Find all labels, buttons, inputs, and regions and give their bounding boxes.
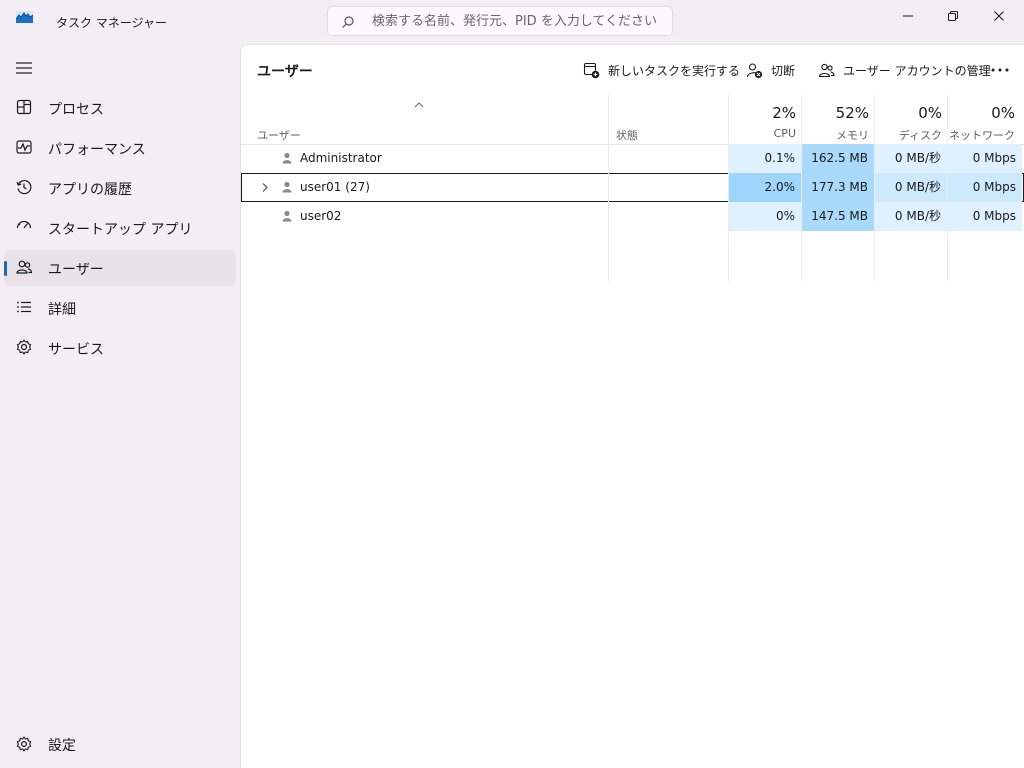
memory-cell: 147.5 MB xyxy=(802,202,874,231)
cpu-cell: 2.0% xyxy=(729,173,801,202)
sidebar-item-app-history[interactable]: アプリの履歴 xyxy=(4,170,236,206)
sidebar-item-label: アプリの履歴 xyxy=(48,182,132,198)
network-cell: 0 Mbps xyxy=(948,144,1022,173)
network-cell: 0 Mbps xyxy=(948,202,1022,231)
disconnect-button[interactable]: 切断 xyxy=(746,59,795,81)
memory-total-percent[interactable]: 52% xyxy=(802,104,869,122)
sidebar-item-label: 設定 xyxy=(48,738,76,754)
user-icon xyxy=(282,181,292,193)
sort-ascending-icon[interactable] xyxy=(414,101,424,108)
main-panel: ユーザー 新しいタスクを実行する 切断 ユーザー アカウントの管理 ユーザー 状… xyxy=(240,44,1024,768)
run-new-task-button[interactable]: 新しいタスクを実行する xyxy=(583,59,740,81)
sidebar-item-label: プロセス xyxy=(48,102,104,118)
disconnect-label: 切断 xyxy=(771,63,796,78)
new-task-icon xyxy=(583,62,600,78)
page-title: ユーザー xyxy=(257,64,313,80)
disk-cell: 0 MB/秒 xyxy=(875,144,947,173)
close-button[interactable] xyxy=(976,0,1022,32)
user-name: user01 (27) xyxy=(300,180,370,194)
more-options-icon[interactable] xyxy=(989,59,1011,81)
table-row[interactable]: user02 0% 147.5 MB 0 MB/秒 0 Mbps xyxy=(241,202,1024,231)
run-new-task-label: 新しいタスクを実行する xyxy=(608,63,741,78)
restore-icon xyxy=(948,11,958,21)
chevron-right-icon[interactable] xyxy=(260,182,270,193)
search-box[interactable] xyxy=(327,6,673,36)
user-name: Administrator xyxy=(300,151,382,165)
column-divider[interactable] xyxy=(874,95,875,281)
sidebar-item-services[interactable]: サービス xyxy=(4,330,236,366)
startup-apps-icon xyxy=(16,220,32,229)
sidebar-item-label: サービス xyxy=(48,342,104,358)
title-bar: タスク マネージャー xyxy=(0,0,1024,44)
column-divider[interactable] xyxy=(608,95,609,281)
status-cell xyxy=(608,202,728,231)
restore-button[interactable] xyxy=(930,0,976,32)
status-cell xyxy=(608,144,728,173)
column-header-status[interactable]: 状態 xyxy=(616,127,638,143)
manage-accounts-label: ユーザー アカウントの管理 xyxy=(843,63,991,78)
manage-accounts-icon xyxy=(818,63,835,77)
network-total-percent[interactable]: 0% xyxy=(948,104,1015,122)
column-header-disk[interactable]: ディスク xyxy=(875,127,942,143)
memory-cell: 177.3 MB xyxy=(802,173,874,202)
column-header-memory[interactable]: メモリ xyxy=(802,127,869,143)
user-icon xyxy=(282,210,292,222)
manage-user-accounts-button[interactable]: ユーザー アカウントの管理 xyxy=(818,59,991,81)
status-cell xyxy=(608,173,728,202)
sidebar-item-label: ユーザー xyxy=(48,262,104,278)
cpu-cell: 0.1% xyxy=(729,144,801,173)
close-icon xyxy=(994,11,1004,21)
disk-total-percent[interactable]: 0% xyxy=(875,104,942,122)
network-cell: 0 Mbps xyxy=(948,173,1022,202)
column-divider[interactable] xyxy=(801,95,802,281)
sidebar-item-users[interactable]: ユーザー xyxy=(4,250,236,286)
processes-icon xyxy=(16,99,32,115)
disconnect-icon xyxy=(746,62,763,78)
user-icon xyxy=(282,152,292,164)
disk-cell: 0 MB/秒 xyxy=(875,202,947,231)
table-row[interactable]: Administrator 0.1% 162.5 MB 0 MB/秒 0 Mbp… xyxy=(241,144,1024,173)
active-indicator xyxy=(4,261,7,276)
column-divider[interactable] xyxy=(728,95,729,281)
memory-cell: 162.5 MB xyxy=(802,144,874,173)
sidebar-item-details[interactable]: 詳細 xyxy=(4,290,236,326)
column-header-cpu[interactable]: CPU xyxy=(729,127,796,140)
sidebar-item-startup-apps[interactable]: スタートアップ アプリ xyxy=(4,210,236,246)
hamburger-menu-icon[interactable] xyxy=(14,58,34,78)
cpu-cell: 0% xyxy=(729,202,801,231)
sidebar-item-processes[interactable]: プロセス xyxy=(4,90,236,126)
disk-cell: 0 MB/秒 xyxy=(875,173,947,202)
column-header-network[interactable]: ネットワーク xyxy=(948,127,1015,143)
user-name: user02 xyxy=(300,209,342,223)
settings-icon xyxy=(16,736,32,752)
cpu-total-percent[interactable]: 2% xyxy=(729,104,796,122)
minimize-button[interactable] xyxy=(885,0,931,32)
table-row-selected[interactable]: user01 (27) 2.0% 177.3 MB 0 MB/秒 0 Mbps xyxy=(241,173,1024,202)
search-input[interactable] xyxy=(372,12,662,30)
users-icon xyxy=(16,260,33,274)
details-icon xyxy=(17,301,31,313)
column-divider[interactable] xyxy=(947,95,948,281)
app-history-icon xyxy=(16,180,32,195)
performance-icon xyxy=(16,140,32,154)
sidebar: プロセス パフォーマンス アプリの履歴 スタートアップ アプリ ユーザー 詳細 … xyxy=(0,44,240,768)
sidebar-item-label: 詳細 xyxy=(48,302,76,318)
search-icon xyxy=(342,16,354,28)
sidebar-item-label: パフォーマンス xyxy=(48,142,146,158)
sidebar-item-settings[interactable]: 設定 xyxy=(4,728,236,760)
services-icon xyxy=(16,339,32,355)
column-header-user[interactable]: ユーザー xyxy=(257,127,301,143)
sidebar-item-performance[interactable]: パフォーマンス xyxy=(4,130,236,166)
minimize-icon xyxy=(903,15,913,17)
app-title: タスク マネージャー xyxy=(56,16,167,30)
task-manager-app-icon xyxy=(16,11,33,23)
sidebar-item-label: スタートアップ アプリ xyxy=(48,222,193,238)
